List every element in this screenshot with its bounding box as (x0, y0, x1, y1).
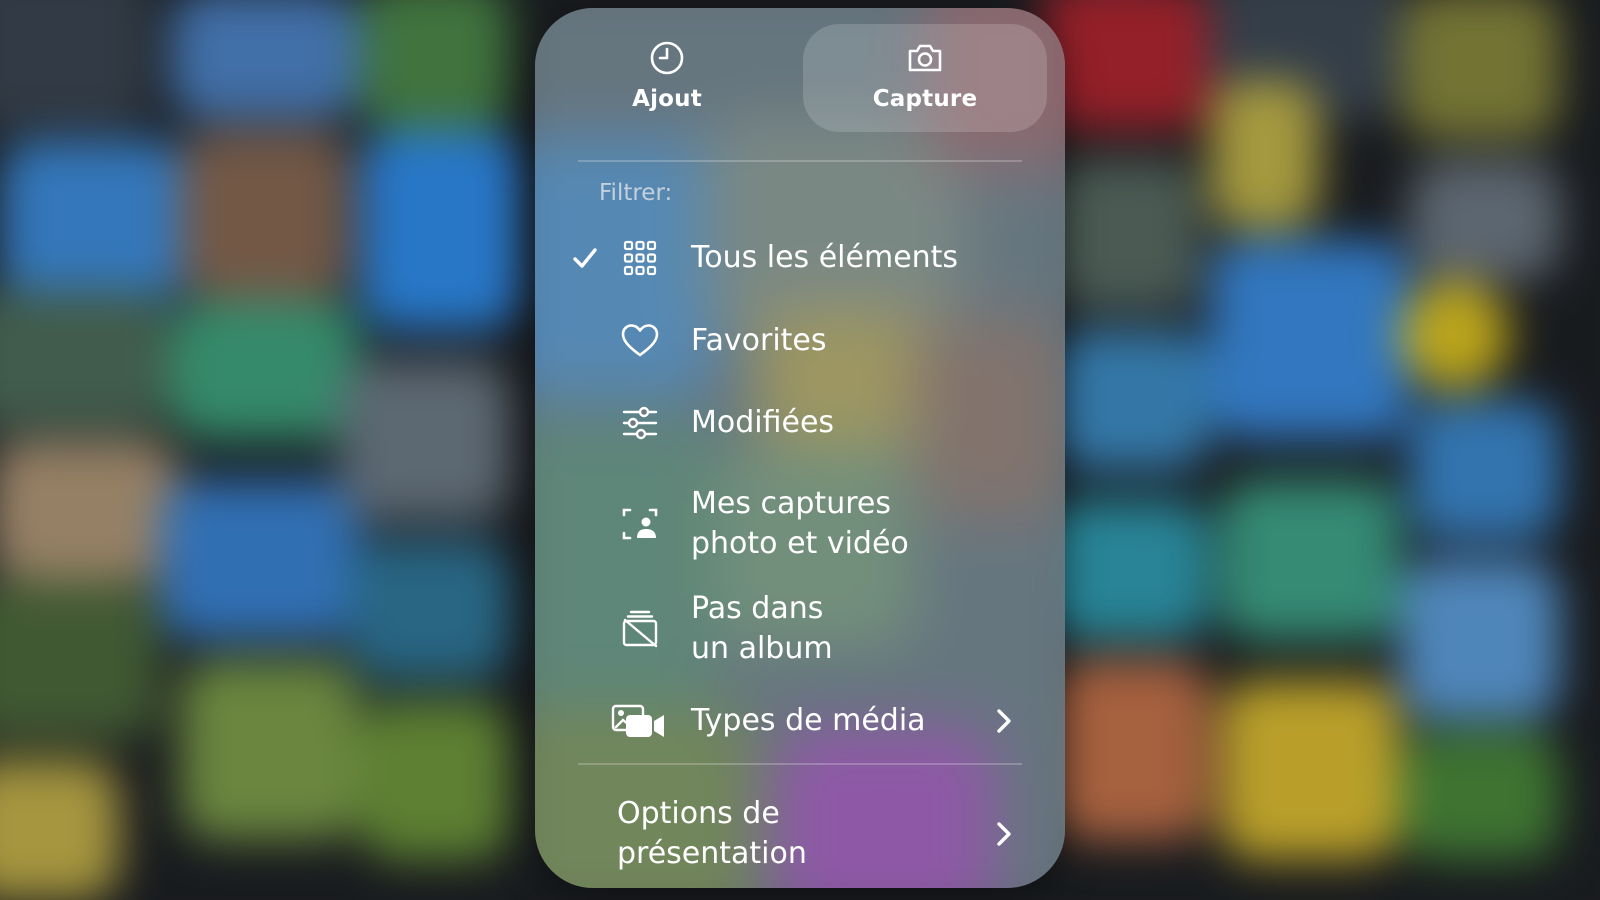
media-types-icon (611, 700, 667, 742)
tab-capture[interactable]: Capture (803, 24, 1047, 132)
tab-recent[interactable]: Ajout (545, 24, 789, 132)
filter-item-media-types-label: Types de média (691, 703, 926, 738)
person-viewfinder-icon (619, 503, 661, 545)
filter-item-favorites[interactable]: Favorites (535, 316, 1065, 366)
tab-capture-label: Capture (872, 86, 978, 112)
divider (578, 763, 1022, 765)
presentation-options[interactable]: Options de présentation (535, 788, 1065, 880)
chevron-right-icon (997, 822, 1011, 846)
filter-item-all-label: Tous les éléments (691, 240, 959, 275)
filter-section-label: Filtrer: (599, 180, 673, 206)
filter-item-my-captures[interactable]: Mes captures photo et vidéo (535, 478, 1065, 570)
checkmark-icon (573, 248, 597, 268)
filter-item-edited-label: Modifiées (691, 405, 835, 440)
filter-item-favorites-label: Favorites (691, 323, 827, 358)
filter-item-not-in-album[interactable]: Pas dans un album (535, 583, 1065, 675)
filter-item-all[interactable]: Tous les éléments (535, 233, 1065, 283)
camera-icon (908, 44, 942, 72)
heart-icon (619, 320, 661, 362)
screen: Ajout Capture Filtrer: Tous les éléments… (0, 0, 1600, 900)
divider (578, 160, 1022, 162)
filter-item-my-captures-label: Mes captures photo et vidéo (691, 486, 909, 561)
filter-item-media-types[interactable]: Types de média (535, 696, 1065, 746)
presentation-options-label: Options de présentation (617, 796, 807, 871)
filter-menu: Ajout Capture Filtrer: Tous les éléments… (535, 8, 1065, 888)
clock-icon (650, 41, 684, 75)
album-slash-icon (619, 608, 661, 650)
chevron-right-icon (997, 709, 1011, 733)
tab-recent-label: Ajout (632, 86, 702, 112)
grid-icon (619, 237, 661, 279)
filter-item-edited[interactable]: Modifiées (535, 398, 1065, 448)
sliders-icon (619, 402, 661, 444)
filter-item-not-in-album-label: Pas dans un album (691, 591, 833, 666)
